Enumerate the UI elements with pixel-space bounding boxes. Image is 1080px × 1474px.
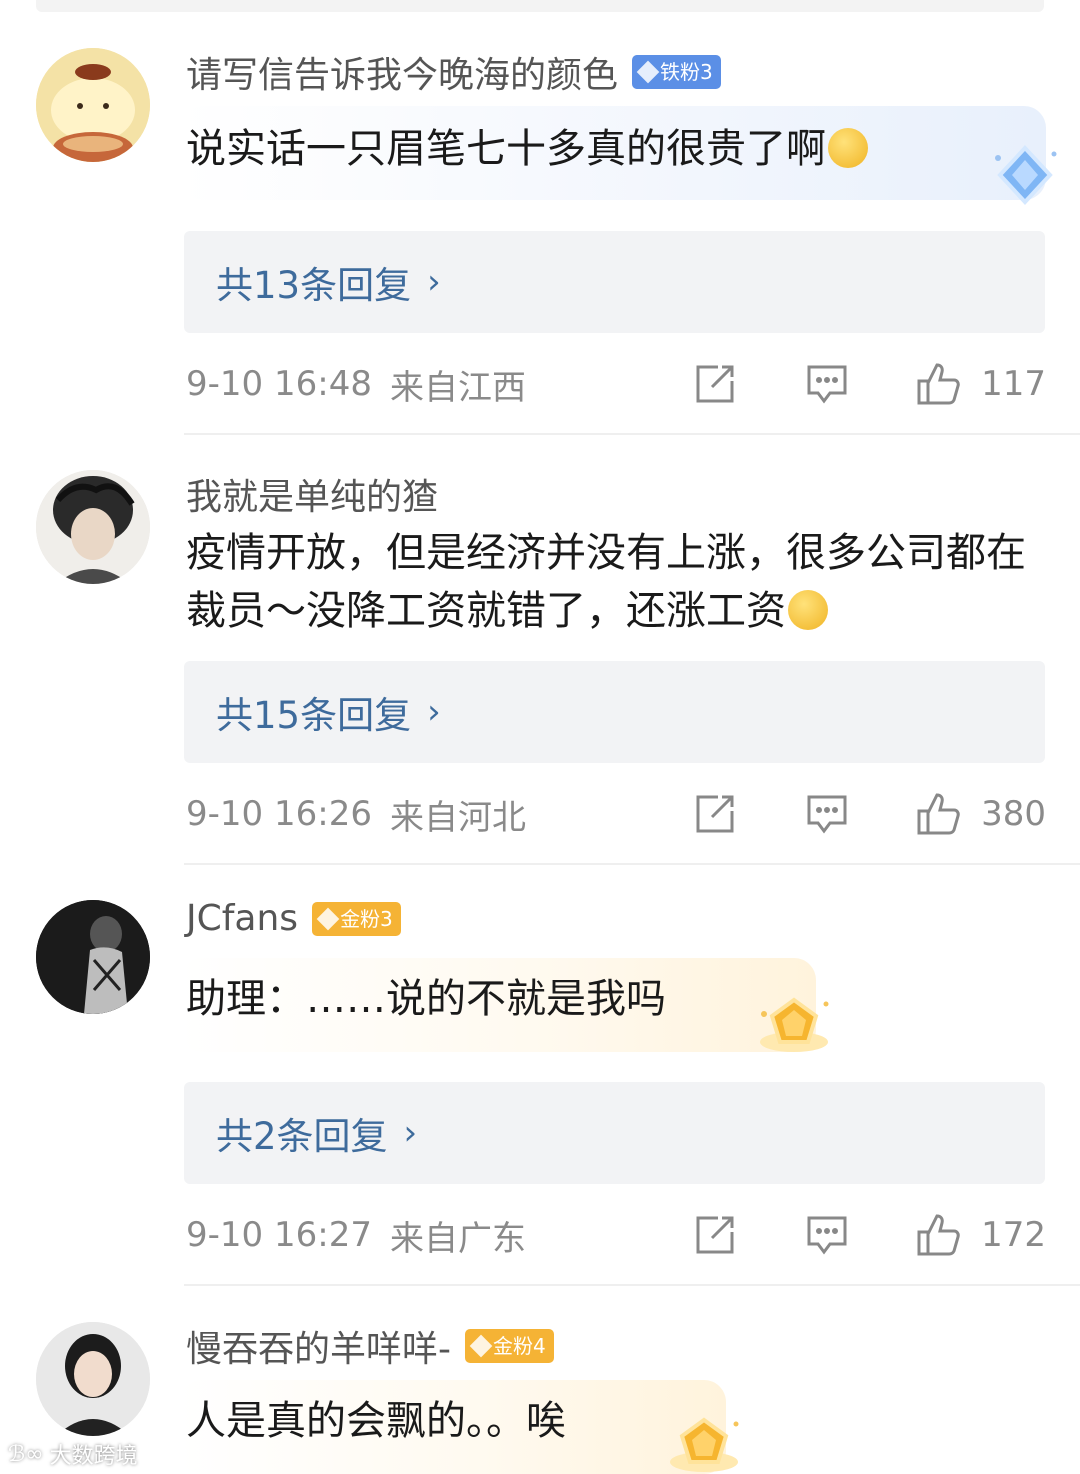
comment-text: 说实话一只眉笔七十多真的很贵了啊 [186, 120, 1056, 178]
username[interactable]: JCfans 金粉3 [186, 898, 401, 939]
fan-badge: 金粉3 [312, 901, 401, 936]
watermark-logo-icon: ℬ∞ [8, 1441, 44, 1467]
divider [184, 1284, 1080, 1286]
location: 来自江西 [389, 367, 526, 408]
comment-actions: 172 [691, 1205, 1046, 1265]
like-count: 172 [981, 1215, 1046, 1255]
username[interactable]: 我就是单纯的猹 [186, 468, 438, 520]
replies-button[interactable]: 共13条回复 › [184, 231, 1045, 333]
avatar[interactable] [36, 900, 150, 1014]
fan-badge: 金粉4 [465, 1329, 554, 1363]
location: 来自广东 [389, 1218, 526, 1259]
share-icon[interactable] [691, 1211, 739, 1259]
replies-label[interactable]: 共15条回复 [216, 685, 411, 739]
pentagon-icon [469, 1334, 493, 1358]
username[interactable]: 慢吞吞的羊咩咩- 金粉4 [186, 1320, 554, 1372]
username-text[interactable]: 我就是单纯的猹 [186, 468, 438, 520]
replies-button[interactable]: 共2条回复 › [184, 1082, 1045, 1184]
comment-text: 疫情开放，但是经济并没有上涨，很多公司都在裁员～没降工资就错了，还涨工资 [186, 530, 1026, 634]
avatar[interactable] [36, 48, 150, 162]
timestamp: 9-10 16:48 [186, 364, 372, 404]
like-count: 380 [981, 794, 1046, 834]
comment-icon[interactable] [803, 360, 851, 408]
fan-badge-label: 金粉4 [493, 1334, 546, 1358]
comment-actions: 380 [691, 784, 1046, 844]
watermark: ℬ∞ 大数跨境 [8, 1438, 138, 1470]
username-text[interactable]: JCfans [186, 898, 298, 939]
chevron-right-icon: › [427, 262, 441, 302]
like-count: 117 [981, 364, 1046, 404]
comment-icon[interactable] [803, 790, 851, 838]
avatar[interactable] [36, 1322, 150, 1436]
gold-badge-icon [670, 1417, 739, 1472]
diamond-icon [636, 60, 660, 84]
share-icon[interactable] [691, 790, 739, 838]
crying-emoji-icon [788, 590, 828, 630]
username[interactable]: 请写信告诉我今晚海的颜色 铁粉3 [186, 46, 721, 98]
comment-meta: 9-10 16:26 来自河北 380 [186, 784, 1046, 844]
divider [184, 433, 1080, 435]
fan-badge: 铁粉3 [632, 55, 721, 89]
like-icon[interactable] [915, 1211, 963, 1259]
comment-meta: 9-10 16:27 来自广东 172 [186, 1205, 1046, 1265]
flushed-emoji-icon [828, 128, 868, 168]
divider [184, 863, 1080, 865]
username-text[interactable]: 慢吞吞的羊咩咩- [186, 1320, 451, 1372]
pentagon-icon [316, 907, 340, 930]
avatar[interactable] [36, 470, 150, 584]
location: 来自河北 [389, 797, 526, 838]
replies-label[interactable]: 共13条回复 [216, 255, 411, 309]
replies-button[interactable]: 共15条回复 › [184, 661, 1045, 763]
share-icon[interactable] [691, 360, 739, 408]
replies-label[interactable]: 共2条回复 [216, 1106, 388, 1160]
previous-reply-box-edge [36, 0, 1044, 12]
chevron-right-icon: › [403, 1113, 418, 1153]
watermark-text: 大数跨境 [49, 1444, 138, 1469]
comment-meta: 9-10 16:48 来自江西 117 [186, 354, 1046, 414]
timestamp: 9-10 16:26 [186, 794, 372, 834]
comment-icon[interactable] [803, 1211, 851, 1259]
timestamp: 9-10 16:27 [186, 1215, 372, 1255]
fan-badge-label: 铁粉3 [660, 60, 713, 84]
chevron-right-icon: › [427, 692, 441, 732]
comment-text: 助理：……说的不就是我吗 [186, 976, 666, 1022]
fan-badge-label: 金粉3 [340, 906, 393, 931]
comment-text: 人是真的会飘的。。唉 [186, 1398, 566, 1444]
like-icon[interactable] [915, 360, 963, 408]
username-text[interactable]: 请写信告诉我今晚海的颜色 [186, 46, 618, 98]
like-icon[interactable] [915, 790, 963, 838]
comment-actions: 117 [691, 354, 1046, 414]
diamond-badge-icon [995, 145, 1057, 205]
gold-badge-icon [760, 997, 829, 1052]
